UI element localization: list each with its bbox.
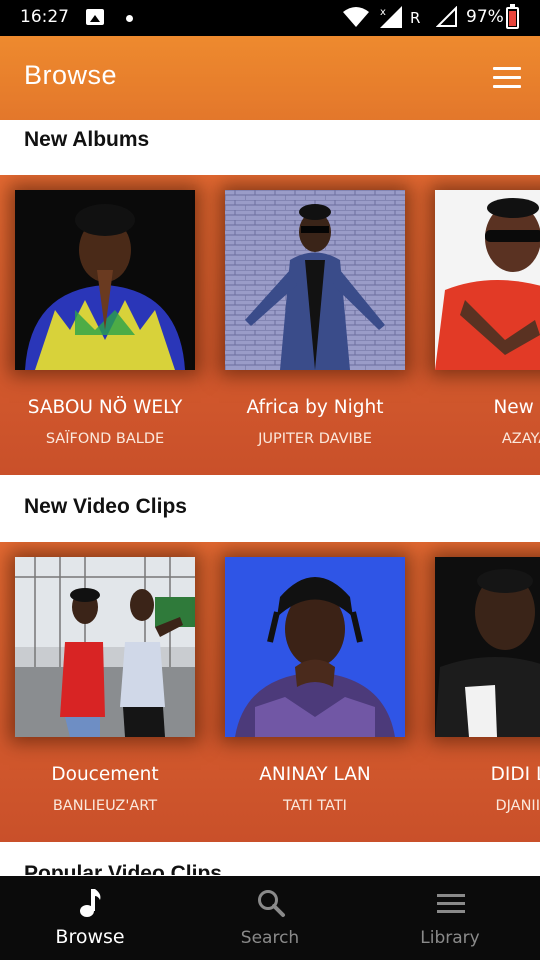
album-artist: AZAYA bbox=[501, 431, 540, 447]
album-cover-image[interactable] bbox=[435, 190, 540, 370]
album-card[interactable]: New Si AZAYA bbox=[430, 175, 540, 475]
video-card[interactable]: DIDI LA DJANII A bbox=[430, 542, 540, 842]
album-card[interactable]: Africa by Night JUPITER DAVIBE bbox=[220, 175, 420, 475]
new-video-clips-carousel[interactable]: Doucement BANLIEUZ'ART ANINAY LAN TATI T… bbox=[0, 542, 540, 842]
signal-outline-icon bbox=[436, 6, 457, 27]
album-artist: SAÏFOND BALDE bbox=[45, 431, 165, 447]
app-bar: Browse bbox=[0, 36, 540, 120]
video-card[interactable]: Doucement BANLIEUZ'ART bbox=[10, 542, 210, 842]
video-artist: BANLIEUZ'ART bbox=[52, 798, 158, 814]
video-thumbnail-image[interactable] bbox=[15, 557, 195, 737]
section-title-popular-video-clips: Popular Video Clips bbox=[24, 862, 222, 875]
video-artist: DJANII A bbox=[495, 798, 540, 814]
video-artist: TATI TATI bbox=[283, 798, 347, 814]
section-title-new-albums: New Albums bbox=[24, 128, 150, 151]
signal-icon: x bbox=[380, 6, 402, 28]
new-albums-carousel[interactable]: SABOU NÖ WELY SAÏFOND BALDE Africa by Ni… bbox=[0, 175, 540, 475]
video-title: DIDI LA bbox=[490, 764, 540, 785]
wifi-icon bbox=[343, 7, 369, 27]
gallery-icon bbox=[86, 9, 104, 25]
section-title-new-video-clips: New Video Clips bbox=[24, 495, 187, 518]
svg-text:x: x bbox=[380, 7, 386, 18]
bottom-navigation: Browse Search Library bbox=[0, 876, 540, 960]
video-title: Doucement bbox=[51, 764, 159, 785]
status-time: 16:27 bbox=[20, 7, 69, 27]
library-icon bbox=[437, 894, 465, 913]
browse-content[interactable]: New Albums SABOU NÖ WELY SAÏFOND BALDE A… bbox=[0, 120, 540, 875]
page-title: Browse bbox=[24, 60, 118, 90]
battery-charging-icon bbox=[506, 4, 519, 29]
album-title: New Si bbox=[493, 397, 540, 418]
nav-item-library[interactable]: Library bbox=[360, 876, 540, 960]
album-cover-image[interactable] bbox=[225, 190, 405, 370]
album-cover-image[interactable] bbox=[15, 190, 195, 370]
video-card[interactable]: ANINAY LAN TATI TATI bbox=[220, 542, 420, 842]
hamburger-menu-icon[interactable] bbox=[493, 67, 521, 89]
album-artist: JUPITER DAVIBE bbox=[258, 431, 372, 447]
notification-dot-icon bbox=[126, 15, 133, 22]
album-title: Africa by Night bbox=[246, 397, 384, 418]
video-thumbnail-image[interactable] bbox=[435, 557, 540, 737]
video-thumbnail-image[interactable] bbox=[225, 557, 405, 737]
album-card[interactable]: SABOU NÖ WELY SAÏFOND BALDE bbox=[10, 175, 210, 475]
album-title: SABOU NÖ WELY bbox=[27, 397, 183, 418]
nav-label-library: Library bbox=[420, 928, 480, 948]
nav-item-browse[interactable]: Browse bbox=[0, 876, 180, 960]
status-bar: 16:27 x R 97% bbox=[0, 0, 540, 36]
nav-item-search[interactable]: Search bbox=[180, 876, 360, 960]
video-title: ANINAY LAN bbox=[259, 764, 371, 785]
search-icon bbox=[258, 890, 285, 917]
music-note-icon bbox=[80, 889, 101, 917]
battery-level: 97% bbox=[466, 7, 504, 27]
nav-label-search: Search bbox=[240, 928, 300, 948]
nav-label-browse: Browse bbox=[55, 926, 125, 948]
network-label: R bbox=[410, 9, 421, 27]
